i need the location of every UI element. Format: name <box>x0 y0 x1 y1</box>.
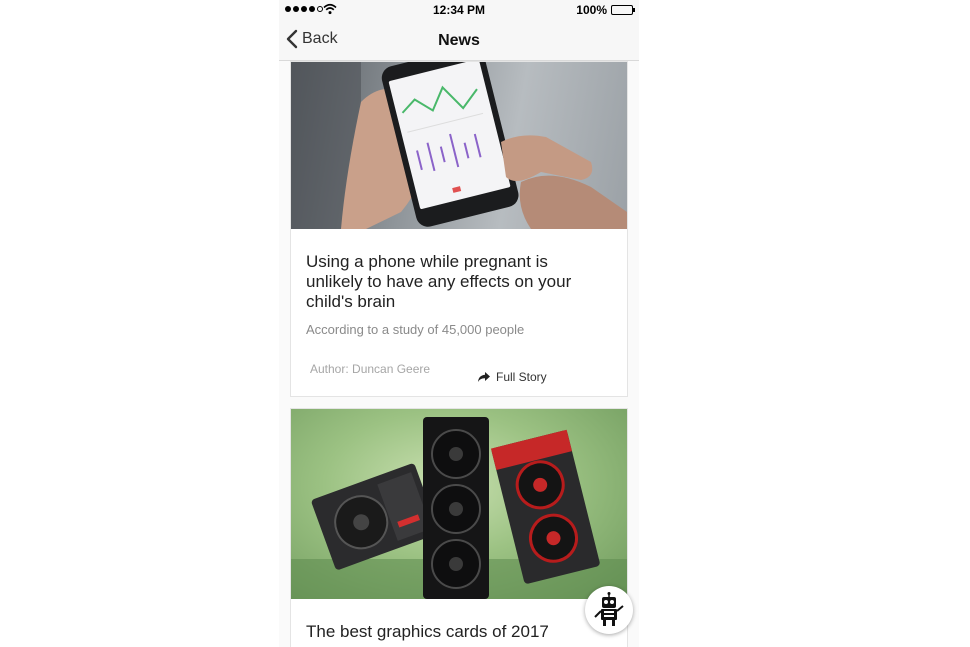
full-story-label: Full Story <box>496 370 547 384</box>
article-headline[interactable]: Using a phone while pregnant is unlikely… <box>306 252 606 312</box>
news-feed[interactable]: Using a phone while pregnant is unlikely… <box>279 61 639 647</box>
article-author: Author: Duncan Geere <box>310 362 431 376</box>
status-bar: 12:34 PM 100% <box>279 0 639 20</box>
article-image <box>291 62 627 229</box>
article-image <box>291 409 627 599</box>
full-story-button[interactable]: Full Story <box>477 370 547 384</box>
robot-icon <box>594 592 624 626</box>
phone-screen: 12:34 PM 100% Back News Using a phone wh… <box>279 0 639 647</box>
chatbot-button[interactable] <box>585 586 633 634</box>
battery-percentage: 100% <box>576 3 607 17</box>
article-headline[interactable]: The best graphics cards of 2017 <box>306 622 606 642</box>
article-subtitle: According to a study of 45,000 people <box>306 322 525 337</box>
navigation-bar: Back News <box>279 20 639 61</box>
page-title: News <box>438 32 480 49</box>
article-card[interactable]: The best graphics cards of 2017 <box>290 408 628 647</box>
battery-icon <box>611 5 635 15</box>
article-card[interactable]: Using a phone while pregnant is unlikely… <box>290 61 628 397</box>
share-arrow-icon <box>478 372 490 382</box>
